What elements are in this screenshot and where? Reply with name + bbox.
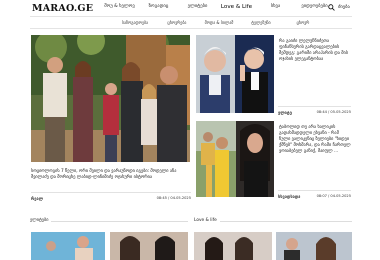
card1-image[interactable] (196, 35, 274, 113)
nav-item-show[interactable]: შოუ & ხელოვ (100, 4, 139, 10)
card2-tag[interactable]: სხვადსადა (278, 194, 300, 199)
card1-headline[interactable]: რა გაიძი ლელუჩნიძეთა ფინანსურის გარდაცვა… (279, 39, 351, 63)
nav-item-general[interactable]: ზოგადიც (139, 4, 178, 10)
search-button[interactable]: ძიება (328, 4, 350, 11)
section-divider-left (30, 221, 188, 222)
site-logo[interactable]: MARAO.GE (32, 3, 93, 14)
sub-nav: საზოგადოება ცხოვრება მოდა & სილამ ტელეზუ… (30, 16, 352, 29)
header: MARAO.GE შოუ & ხელოვ ზოგადიც ელიტები Lov… (0, 0, 380, 16)
thumb-1[interactable] (31, 232, 105, 260)
card1-tag[interactable]: ელიტე (278, 110, 292, 115)
card1-date: 08:44 / 05.05.2025 (316, 110, 351, 114)
card2-meta: სხვადსადა 08:07 / 04.05.2025 (278, 190, 351, 199)
page: MARAO.GE შოუ & ხელოვ ზოგადიც ელიტები Lov… (0, 0, 380, 260)
hero-meta: რეალ 08:45 / 04.05.2025 (31, 192, 191, 201)
section-title-love-life[interactable]: Love & life (194, 218, 220, 223)
subnav-item-3[interactable]: მოდა & სილამ (198, 20, 240, 25)
card2-headline[interactable]: ტაბოლიდ თუ არა ხალიკის გადახმადდელი ეხვა… (279, 125, 351, 155)
card1-meta: ელიტე 08:44 / 05.05.2025 (278, 106, 351, 115)
search-label: ძიება (338, 5, 350, 10)
nav-item-love-life[interactable]: Love & Life (217, 4, 256, 10)
subnav-item-1[interactable]: საზოგადოება (114, 20, 156, 25)
hero-date: 08:45 / 04.05.2025 (156, 196, 191, 200)
main-nav: შოუ & ხელოვ ზოგადიც ელიტები Love & Life … (100, 4, 334, 10)
search-icon (328, 4, 335, 11)
hero-image[interactable] (31, 35, 190, 162)
thumb-4[interactable] (276, 232, 352, 260)
hero-headline[interactable]: სოციოლოგის 7 წელი, ორი შვილი და ვარაუნოდ… (31, 169, 191, 181)
thumb-2[interactable] (110, 232, 188, 260)
nav-item-elite[interactable]: ელიტები (178, 4, 217, 10)
section-title-elite[interactable]: ელიტები (30, 218, 52, 223)
subnav-item-4[interactable]: ტელეზუნი (240, 20, 282, 25)
nav-item-other[interactable]: სხვა (256, 4, 295, 10)
subnav-item-2[interactable]: ცხოვრება (156, 20, 198, 25)
card2-date: 08:07 / 04.05.2025 (316, 194, 351, 198)
subnav-item-5[interactable]: ცხოვრ (282, 20, 324, 25)
section-headers: ელიტები Love & life (30, 216, 352, 226)
card2-image[interactable] (196, 121, 274, 197)
thumb-3[interactable] (194, 232, 272, 260)
hero-tag[interactable]: რეალ (31, 196, 43, 201)
